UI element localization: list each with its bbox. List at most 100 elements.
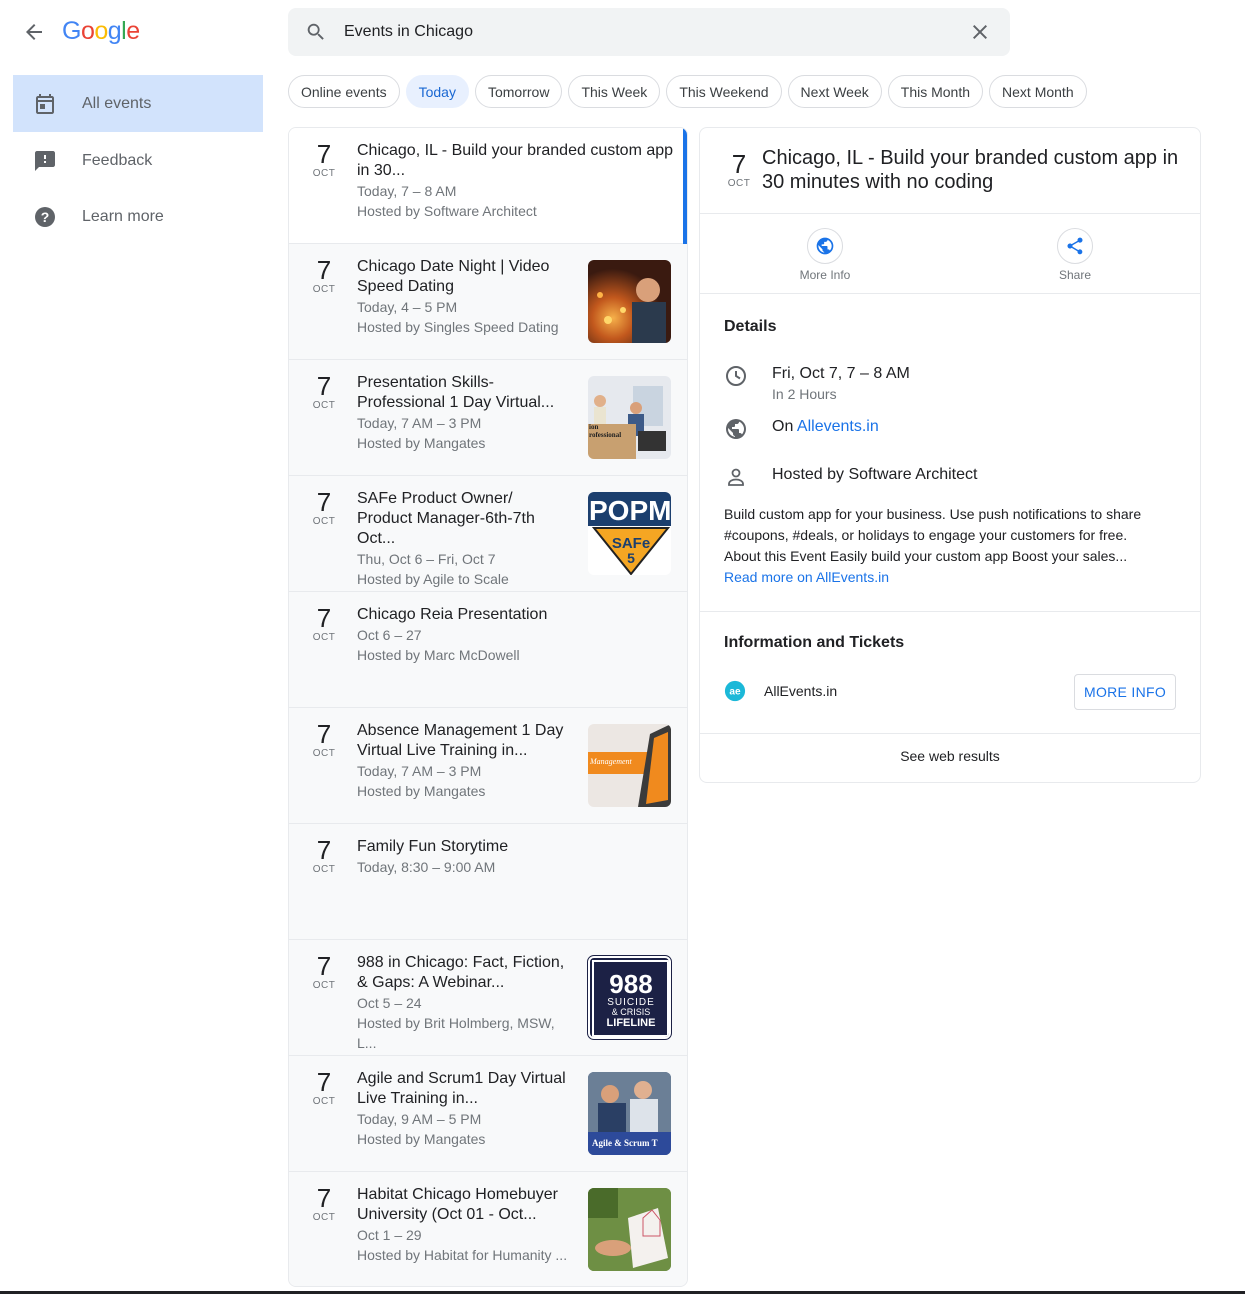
sidebar-item-label: Learn more (82, 207, 164, 225)
event-list-item[interactable]: 7 OCT Chicago Date Night | Video Speed Da… (289, 244, 687, 360)
clock-icon (726, 366, 746, 386)
event-list-item[interactable]: 7 OCT Presentation Skills-Professional 1 … (289, 360, 687, 476)
ticket-provider-name: AllEvents.in (764, 683, 838, 699)
event-host: Hosted by Singles Speed Dating (357, 319, 559, 335)
thumbnail-caption: rofessional (589, 431, 621, 439)
ticket-provider-row: ae AllEvents.in (724, 680, 837, 702)
chip-online-events[interactable]: Online events (288, 75, 400, 108)
more-info-button[interactable]: MORE INFO (1074, 674, 1176, 710)
event-time: Thu, Oct 6 – Fri, Oct 7 (357, 551, 496, 567)
person-icon (728, 468, 744, 486)
read-more-link[interactable]: Read more on AllEvents.in (724, 569, 889, 585)
event-host: Hosted by Habitat for Humanity ... (357, 1247, 568, 1263)
event-thumbnail (588, 1188, 671, 1271)
search-input[interactable]: Events in Chicago (344, 23, 473, 41)
thumbnail-caption: 5 (627, 550, 635, 566)
allevents-link[interactable]: Allevents.in (797, 418, 879, 435)
chip-this-month[interactable]: This Month (887, 75, 984, 108)
event-list-item[interactable]: 7 OCT Agile and Scrum1 Day Virtual Live T… (289, 1056, 687, 1172)
detail-host-row: Hosted by Software Architect (724, 465, 977, 489)
thumbnail-caption: Management (589, 757, 633, 766)
event-title: Absence Management 1 Day Virtual Live Tr… (357, 722, 564, 759)
event-host: Hosted by Mangates (357, 435, 486, 451)
event-time: Today, 7 AM – 3 PM (357, 415, 482, 431)
search-bar[interactable]: Events in Chicago (288, 8, 1010, 56)
event-time: Oct 6 – 27 (357, 627, 422, 643)
event-host: Hosted by Agile to Scale (357, 571, 509, 587)
event-list-item[interactable]: 7 OCT Habitat Chicago Homebuyer Universit… (289, 1172, 687, 1286)
event-list-item[interactable]: 7 OCT SAFe Product Owner/ Product Manager… (289, 476, 687, 592)
event-title: SAFe Product Owner/ Product Manager-6th-… (357, 490, 535, 547)
event-host: Hosted by Software Architect (357, 203, 537, 219)
event-detail-title: Chicago, IL - Build your branded custom … (762, 147, 1179, 193)
sidebar-item-label: All events (82, 94, 152, 112)
event-list-item[interactable]: 7 OCT 988 in Chicago: Fact, Fiction, & Ga… (289, 940, 687, 1056)
event-host: Hosted by Mangates (357, 783, 486, 799)
event-time: Oct 5 – 24 (357, 995, 422, 1011)
close-icon[interactable] (968, 20, 992, 44)
event-date: 7 OCT (312, 255, 336, 295)
chip-next-week[interactable]: Next Week (787, 75, 882, 108)
event-time: Oct 1 – 29 (357, 1227, 422, 1243)
event-thumbnail: Agile & Scrum T (588, 1072, 671, 1155)
date-filter-chips: Online events Today Tomorrow This Week T… (288, 75, 1087, 108)
chip-next-month[interactable]: Next Month (989, 75, 1087, 108)
more-info-label: More Info (799, 268, 851, 282)
share-action[interactable]: Share (1025, 228, 1125, 282)
event-title: Chicago Reia Presentation (357, 606, 548, 623)
event-date: 7 OCT (312, 951, 336, 991)
share-icon (1067, 237, 1083, 255)
event-time: Today, 8:30 – 9:00 AM (357, 859, 496, 875)
event-list-item[interactable]: 7 OCT Chicago, IL - Build your branded cu… (289, 128, 687, 244)
detail-when-row: Fri, Oct 7, 7 – 8 AM In 2 Hours (724, 364, 910, 404)
chip-tomorrow[interactable]: Tomorrow (474, 75, 563, 108)
event-list-item[interactable]: 7 OCT Chicago Reia Presentation Oct 6 – 27… (289, 592, 687, 708)
back-arrow-icon[interactable] (22, 20, 46, 44)
chip-this-weekend[interactable]: This Weekend (666, 75, 782, 108)
detail-when-relative: In 2 Hours (772, 386, 837, 402)
search-icon[interactable] (305, 21, 327, 43)
svg-text:ae: ae (729, 687, 741, 698)
sidebar-item-all-events[interactable]: All events (13, 75, 263, 132)
event-thumbnail: POPM SAFe 5 (588, 492, 671, 575)
detail-when: Fri, Oct 7, 7 – 8 AM (772, 365, 910, 382)
sidebar-item-learn-more[interactable]: ? Learn more (13, 188, 263, 245)
event-time: Today, 4 – 5 PM (357, 299, 458, 315)
event-host: Hosted by Mangates (357, 1131, 486, 1147)
details-heading: Details (724, 318, 777, 335)
event-date: 7 OCT (312, 603, 336, 643)
thumbnail-caption: Agile & Scrum T (592, 1138, 658, 1148)
event-list-item[interactable]: 7 OCT Absence Management 1 Day Virtual Li… (289, 708, 687, 824)
event-title: Chicago Date Night | Video Speed Dating (357, 258, 550, 295)
thumbnail-caption: LIFELINE (607, 1017, 656, 1029)
chip-today[interactable]: Today (405, 75, 469, 108)
event-time: Today, 7 – 8 AM (357, 183, 457, 199)
chip-this-week[interactable]: This Week (568, 75, 661, 108)
share-label: Share (1058, 268, 1092, 282)
calendar-icon (36, 93, 54, 114)
detail-on-prefix: On (772, 418, 797, 435)
event-date: 7 OCT (312, 1183, 336, 1223)
google-logo[interactable]: Google (62, 17, 140, 46)
event-list-item[interactable]: 7 OCT Family Fun Storytime Today, 8:30 – 9… (289, 824, 687, 940)
event-title: Habitat Chicago Homebuyer University (Oc… (357, 1186, 558, 1223)
event-title: Chicago, IL - Build your branded custom … (357, 142, 674, 179)
event-date: 7 OCT (312, 371, 336, 411)
feedback-icon (35, 150, 55, 171)
thumbnail-caption: ion (589, 423, 598, 431)
see-web-results-link[interactable]: See web results (700, 748, 1200, 764)
thumbnail-caption: 988 (609, 969, 652, 999)
sidebar-item-feedback[interactable]: Feedback (13, 132, 263, 189)
event-thumbnail: Management (588, 724, 671, 807)
event-date: 7 OCT (312, 1067, 336, 1107)
more-info-action[interactable]: More Info (775, 228, 875, 282)
event-detail-panel: 7 OCT Chicago, IL - Build your branded cu… (699, 127, 1201, 783)
event-title: Family Fun Storytime (357, 838, 509, 855)
detail-host: Hosted by Software Architect (772, 466, 978, 483)
event-description: Build custom app for your business. Use … (724, 506, 1142, 585)
event-date: 7 OCT (727, 149, 751, 189)
event-date: 7 OCT (312, 719, 336, 759)
event-date: 7 OCT (312, 835, 336, 875)
event-host: Hosted by Brit Holmberg, MSW, L... (357, 1015, 555, 1051)
allevents-logo-icon: ae (724, 680, 746, 702)
